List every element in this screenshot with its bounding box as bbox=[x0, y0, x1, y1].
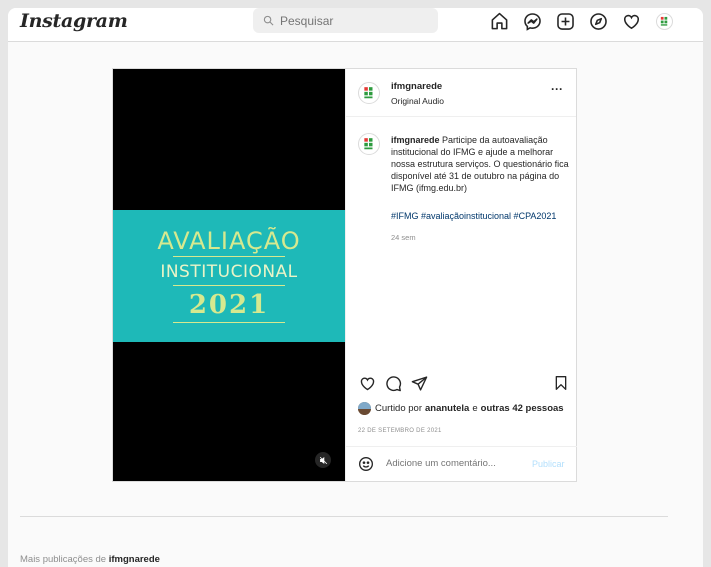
section-divider bbox=[20, 516, 668, 517]
post-actions bbox=[358, 374, 570, 394]
comment-icon[interactable] bbox=[384, 374, 402, 392]
activity-heart-icon[interactable] bbox=[620, 10, 643, 33]
liked-others[interactable]: outras 42 pessoas bbox=[481, 403, 564, 414]
liked-by: Curtido por ananutela e outras 42 pessoa… bbox=[358, 402, 567, 415]
more-posts-user[interactable]: ifmgnarede bbox=[109, 554, 160, 565]
post-caption: ifmgnarede Participe da autoavaliação in… bbox=[391, 134, 569, 194]
post-date[interactable]: 22 DE SETEMBRO DE 2021 bbox=[358, 428, 442, 434]
post-video[interactable]: AVALIAÇÃO INSTITUCIONAL 2021 bbox=[113, 69, 345, 481]
more-posts-heading: Mais publicações de ifmgnarede bbox=[20, 554, 160, 565]
caption-username[interactable]: ifmgnarede bbox=[391, 135, 440, 145]
author-username[interactable]: ifmgnarede bbox=[391, 81, 442, 92]
caption-age: 24 sem bbox=[391, 233, 416, 242]
share-icon[interactable] bbox=[410, 374, 428, 392]
search-input[interactable] bbox=[280, 13, 430, 28]
more-posts-prefix: Mais publicações de bbox=[20, 554, 107, 565]
liker-avatar[interactable] bbox=[358, 402, 371, 415]
search-icon bbox=[263, 15, 274, 26]
banner-year: 2021 bbox=[188, 289, 270, 320]
nav-icons bbox=[488, 10, 676, 33]
banner-title: AVALIAÇÃO bbox=[157, 226, 301, 255]
like-heart-icon[interactable] bbox=[358, 374, 376, 392]
liked-prefix: Curtido por bbox=[375, 403, 422, 414]
audio-label[interactable]: Original Audio bbox=[391, 96, 444, 106]
liked-user[interactable]: ananutela bbox=[425, 403, 469, 414]
ifmg-logo-icon bbox=[364, 87, 373, 99]
banner-divider bbox=[173, 284, 285, 286]
comment-bar: Publicar bbox=[346, 446, 577, 481]
publish-button[interactable]: Publicar bbox=[532, 459, 565, 469]
messenger-icon[interactable] bbox=[521, 10, 544, 33]
liked-mid: e bbox=[472, 403, 478, 414]
new-post-icon[interactable] bbox=[554, 10, 577, 33]
post-header: ifmgnarede Original Audio ··· bbox=[346, 69, 576, 117]
speaker-muted-icon bbox=[319, 456, 327, 464]
ifmg-logo-icon bbox=[364, 138, 373, 150]
banner-subtitle: INSTITUCIONAL bbox=[160, 261, 298, 282]
banner-divider bbox=[173, 321, 285, 323]
post-sidebar: ifmgnarede Original Audio ··· ifmgnarede… bbox=[345, 69, 577, 481]
home-icon[interactable] bbox=[488, 10, 511, 33]
save-bookmark-icon[interactable] bbox=[552, 374, 570, 392]
banner-divider bbox=[173, 255, 285, 257]
mute-button[interactable] bbox=[315, 452, 331, 468]
search-box[interactable] bbox=[253, 8, 438, 33]
instagram-window: Instagram Pesquisar AVALIAÇÃO INSTITUCIO… bbox=[8, 8, 703, 567]
caption-hashtags[interactable]: #IFMG #avaliaçãoinstitucional #CPA2021 bbox=[391, 211, 556, 221]
instagram-logo[interactable]: Instagram bbox=[20, 10, 128, 32]
more-options-icon[interactable]: ··· bbox=[551, 82, 563, 96]
post-card: AVALIAÇÃO INSTITUCIONAL 2021 ifmgnarede … bbox=[112, 68, 577, 482]
ifmg-logo-icon bbox=[656, 13, 673, 30]
explore-icon[interactable] bbox=[587, 10, 610, 33]
caption-avatar[interactable] bbox=[358, 133, 380, 155]
emoji-icon[interactable] bbox=[358, 456, 374, 477]
top-header: Instagram bbox=[8, 8, 703, 42]
author-avatar[interactable] bbox=[358, 82, 380, 104]
comment-input[interactable] bbox=[386, 458, 526, 469]
profile-avatar[interactable] bbox=[653, 10, 676, 33]
campaign-banner: AVALIAÇÃO INSTITUCIONAL 2021 bbox=[113, 210, 345, 342]
